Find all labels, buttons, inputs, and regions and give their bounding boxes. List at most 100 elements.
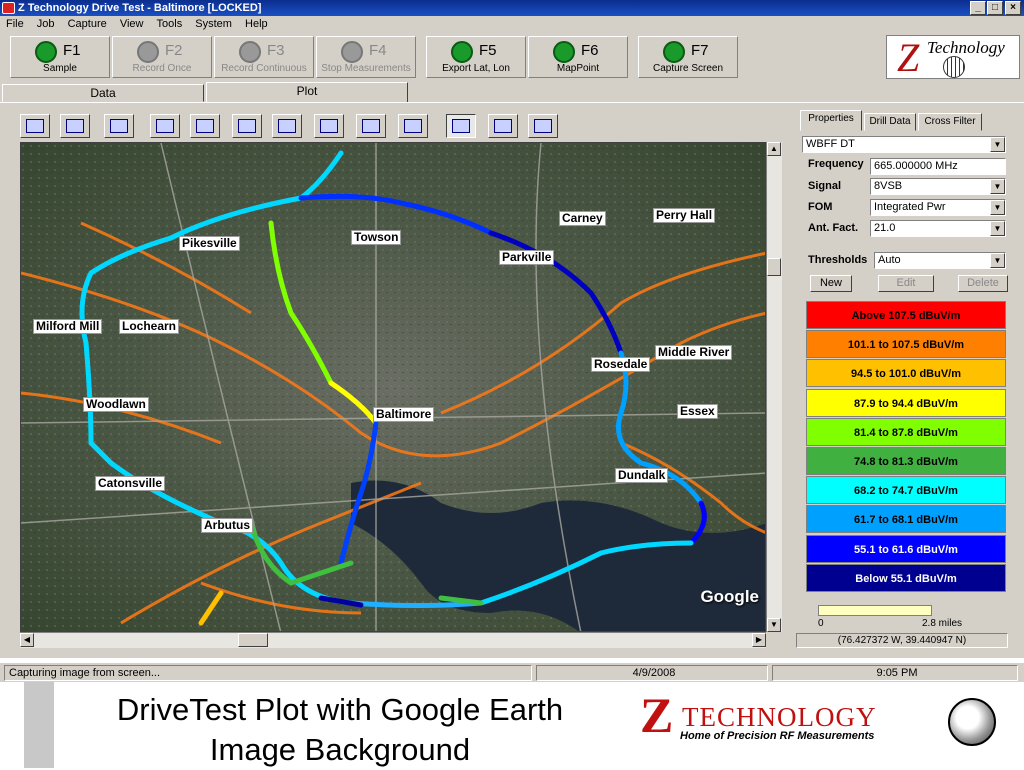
scroll-down-icon[interactable]: ▼ <box>767 618 781 632</box>
menu-help[interactable]: Help <box>245 18 268 30</box>
window-title: Z Technology Drive Test - Baltimore [LOC… <box>18 2 262 14</box>
select-tool[interactable] <box>488 114 518 138</box>
annotate-tool[interactable] <box>314 114 344 138</box>
slide-accent-bar <box>24 682 54 768</box>
zoom-in-tool[interactable] <box>398 114 428 138</box>
edit-button[interactable]: Edit <box>878 275 934 292</box>
slide-footer: DriveTest Plot with Google Earth Image B… <box>0 682 1024 768</box>
google-attribution: Google <box>700 587 759 606</box>
tab-cross-filter[interactable]: Cross Filter <box>918 113 982 131</box>
tab-strip: Data Plot <box>0 82 1024 103</box>
mappoint-button[interactable]: F6 MapPoint <box>528 36 628 78</box>
legend-row: 94.5 to 101.0 dBuV/m <box>806 359 1006 388</box>
signal-select[interactable]: 8VSB ▼ <box>870 178 1006 195</box>
status-bar: Capturing image from screen... 4/9/2008 … <box>0 662 1024 682</box>
legend-row: Above 107.5 dBuV/m <box>806 301 1006 329</box>
caption-line-1: DriveTest Plot with Google Earth <box>116 692 564 727</box>
new-button[interactable]: New <box>810 275 852 292</box>
legend-row: 87.9 to 94.4 dBuV/m <box>806 388 1006 417</box>
z-technology-slide-logo: Z TECHNOLOGY Home of Precision RF Measur… <box>640 687 1010 756</box>
tab-drill-data[interactable]: Drill Data <box>864 113 916 131</box>
town-label: Perry Hall <box>653 208 716 223</box>
map-tool-1[interactable] <box>150 114 180 138</box>
minimize-button[interactable]: _ <box>970 1 986 15</box>
fom-label: FOM <box>808 201 833 213</box>
record-icon <box>239 41 261 63</box>
scroll-left-icon[interactable]: ◀ <box>20 633 34 647</box>
button-label: Sample <box>43 63 77 74</box>
zoom-box-icon <box>452 119 470 133</box>
thresholds-select[interactable]: Auto ▼ <box>874 252 1006 269</box>
grid-view-tool[interactable] <box>20 114 50 138</box>
chevron-down-icon: ▼ <box>990 253 1005 268</box>
zoom-out-tool[interactable] <box>356 114 386 138</box>
zoom-out-icon <box>362 119 380 133</box>
town-label: Catonsville <box>95 476 166 491</box>
station-select[interactable]: WBFF DT ▼ <box>802 136 1006 153</box>
zoom-box-tool[interactable] <box>446 114 476 138</box>
chevron-down-icon: ▼ <box>990 179 1005 194</box>
tab-data[interactable]: Data <box>2 84 204 102</box>
world-map-icon <box>156 119 174 133</box>
export-lat-lon-button[interactable]: F5 Export Lat, Lon <box>426 36 526 78</box>
ant-fact-select[interactable]: 21.0 ▼ <box>870 220 1006 237</box>
scroll-thumb[interactable] <box>238 633 268 647</box>
capture-screen-button[interactable]: F7 Capture Screen <box>638 36 738 78</box>
map-view[interactable]: Pikesville Towson Carney Perry Hall Park… <box>20 142 766 632</box>
town-label: Rosedale <box>591 357 651 372</box>
map-tool-2[interactable] <box>190 114 220 138</box>
map-vertical-scrollbar[interactable]: ▲ ▼ <box>766 142 782 632</box>
legend-row: 74.8 to 81.3 dBuV/m <box>806 447 1006 475</box>
town-label: Milford Mill <box>33 319 103 334</box>
menu-view[interactable]: View <box>120 18 144 30</box>
town-label: Woodlawn <box>83 397 149 412</box>
record-continuous-button[interactable]: F3 Record Continuous <box>214 36 314 78</box>
function-toolbar: F1 Sample F2 Record Once F3 Record Conti… <box>0 32 1024 82</box>
delete-button[interactable]: Delete <box>958 275 1008 292</box>
button-label: Export Lat, Lon <box>442 63 510 74</box>
menu-tools[interactable]: Tools <box>157 18 183 30</box>
map-overlay-icon <box>238 119 256 133</box>
properties-panel: Properties Drill Data Cross Filter WBFF … <box>796 110 1014 648</box>
hand-icon <box>534 119 552 133</box>
logo-z: Z <box>897 35 920 80</box>
town-label: Baltimore <box>373 407 435 422</box>
image-tool[interactable] <box>104 114 134 138</box>
frequency-field[interactable]: 665.000000 MHz <box>870 158 1006 175</box>
thresholds-value: Auto <box>878 254 901 266</box>
properties-tool[interactable] <box>60 114 90 138</box>
close-button[interactable]: × <box>1005 1 1021 15</box>
chevron-down-icon: ▼ <box>990 137 1005 152</box>
sample-button[interactable]: F1 Sample <box>10 36 110 78</box>
route-tool[interactable] <box>272 114 302 138</box>
menu-bar: File Job Capture View Tools System Help <box>0 16 1024 32</box>
record-once-button[interactable]: F2 Record Once <box>112 36 212 78</box>
pan-tool[interactable] <box>528 114 558 138</box>
map-layer-icon <box>196 119 214 133</box>
tab-plot[interactable]: Plot <box>206 82 408 103</box>
image-icon <box>110 119 128 133</box>
ant-fact-value: 21.0 <box>874 222 896 234</box>
menu-capture[interactable]: Capture <box>68 18 107 30</box>
menu-file[interactable]: File <box>6 18 24 30</box>
map-horizontal-scrollbar[interactable]: ◀ ▶ <box>20 632 766 648</box>
maximize-button[interactable]: □ <box>987 1 1003 15</box>
scroll-thumb[interactable] <box>767 258 781 276</box>
map-tool-3[interactable] <box>232 114 262 138</box>
fom-value: Integrated Pwr <box>874 201 946 213</box>
stop-icon <box>341 41 363 63</box>
scale-start: 0 <box>818 618 824 629</box>
grid-icon <box>26 119 44 133</box>
stop-measurements-button[interactable]: F4 Stop Measurements <box>316 36 416 78</box>
globe-icon <box>948 698 996 746</box>
tab-properties[interactable]: Properties <box>800 110 862 131</box>
scroll-up-icon[interactable]: ▲ <box>767 142 781 156</box>
scroll-right-icon[interactable]: ▶ <box>752 633 766 647</box>
annotate-icon <box>320 119 338 133</box>
menu-job[interactable]: Job <box>37 18 55 30</box>
town-label: Arbutus <box>201 518 253 533</box>
fom-select[interactable]: Integrated Pwr ▼ <box>870 199 1006 216</box>
menu-system[interactable]: System <box>195 18 232 30</box>
button-label: Record Once <box>132 63 192 74</box>
key-label: F2 <box>165 42 183 59</box>
